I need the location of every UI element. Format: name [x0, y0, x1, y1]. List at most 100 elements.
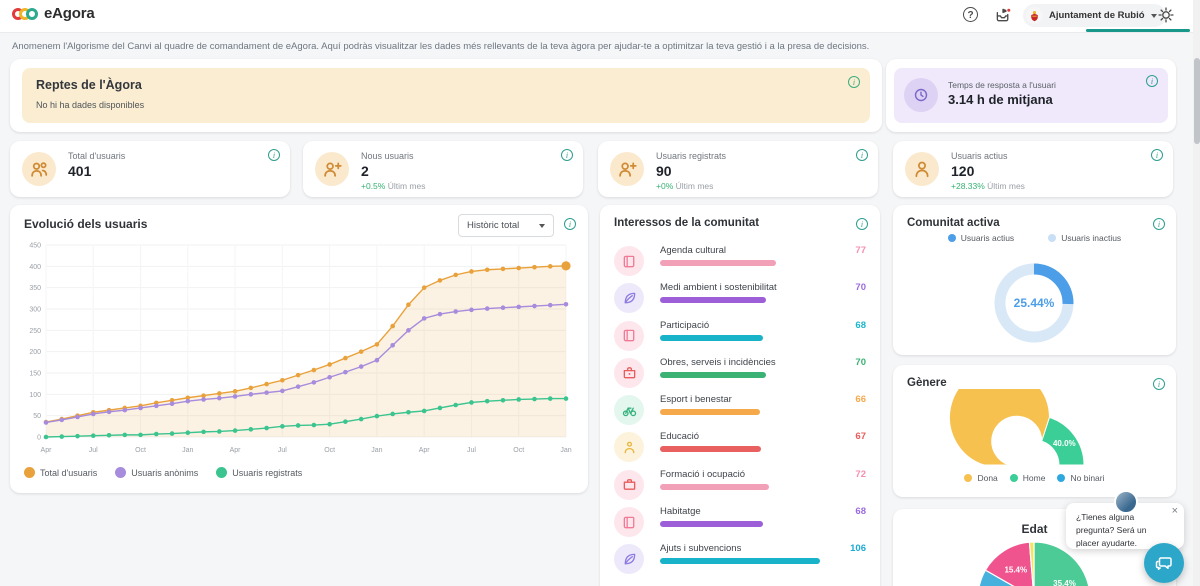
info-icon[interactable]	[1151, 149, 1163, 161]
toolbox-icon	[614, 358, 644, 388]
legend-item-usuaris-registrats[interactable]: Usuaris registrats	[216, 467, 302, 478]
svg-text:450: 450	[29, 243, 41, 250]
svg-text:100: 100	[29, 392, 41, 399]
reptes-empty-message: No hi ha dades disponibles	[36, 100, 144, 110]
user-evolution-card: Evolució dels usuaris Històric total 050…	[10, 205, 588, 493]
interest-label: Ajuts i subvencions	[660, 543, 741, 554]
legend-dot	[115, 467, 126, 478]
legend-label: Total d'usuaris	[40, 468, 97, 478]
settings-gear-icon[interactable]	[1158, 7, 1174, 28]
legend-label: Dona	[977, 473, 997, 483]
stat-label: Nous usuaris	[361, 151, 414, 161]
svg-text:Jul: Jul	[278, 447, 287, 454]
evolution-legend: Total d'usuaris Usuaris anònims Usuaris re…	[24, 467, 302, 478]
legend-dot	[964, 474, 972, 482]
dropdown-selected-value: Històric total	[467, 220, 519, 231]
info-icon[interactable]	[561, 149, 573, 161]
svg-text:Apr: Apr	[419, 447, 431, 454]
svg-text:150: 150	[29, 371, 41, 378]
notifications-icon[interactable]	[995, 7, 1012, 29]
leaf-icon	[614, 283, 644, 313]
interest-row-medi-ambient-i-sostenibilitat: Medi ambient i sostenibilitat 70	[614, 278, 866, 315]
legend-dot	[948, 234, 956, 242]
legend-item-usuaris-inactius[interactable]: Usuaris inactius	[1048, 233, 1121, 243]
brand-name: eAgora	[44, 5, 94, 22]
legend-item-usuaris-actius[interactable]: Usuaris actius	[948, 233, 1014, 243]
interest-value: 68	[855, 506, 866, 517]
interest-bar	[660, 372, 766, 378]
interest-row-agenda-cultural: Agenda cultural 77	[614, 241, 866, 278]
legend-item-usuaris-an-nims[interactable]: Usuaris anònims	[115, 467, 198, 478]
stat-card-nous-usuaris: Nous usuaris2+0.5% Últim mes	[303, 141, 583, 197]
stat-label: Total d'usuaris	[68, 151, 125, 161]
info-icon[interactable]	[1146, 75, 1158, 87]
legend-dot	[24, 467, 35, 478]
legend-item-home[interactable]: Home	[1010, 473, 1046, 483]
logo-ring-teal	[26, 8, 38, 20]
legend-item-total-d-usuaris[interactable]: Total d'usuaris	[24, 467, 97, 478]
stat-value: 401	[68, 163, 91, 179]
gender-title: Gènere	[907, 377, 947, 389]
interest-label: Medi ambient i sostenibilitat	[660, 282, 777, 293]
interest-bar	[660, 409, 760, 415]
legend-item-no-binari[interactable]: No binari	[1057, 473, 1104, 483]
interest-row-obres-serveis-i-incid-ncies: Obres, serveis i incidències70	[614, 353, 866, 390]
interests-title: Interessos de la comunitat	[614, 217, 759, 229]
response-time-value: 3.14 h de mitjana	[948, 92, 1053, 107]
legend-label: Usuaris inactius	[1061, 233, 1121, 243]
stat-value: 120	[951, 163, 974, 179]
chat-agent-avatar[interactable]	[1114, 490, 1138, 514]
stat-delta-value: +0.5%	[361, 181, 385, 191]
info-icon[interactable]	[1153, 218, 1165, 230]
interest-bar	[660, 558, 820, 564]
svg-text:0: 0	[37, 435, 41, 442]
interest-value: 72	[855, 469, 866, 480]
close-icon[interactable]: ×	[1172, 505, 1178, 517]
scrollbar-thumb[interactable]	[1194, 58, 1200, 144]
legend-dot	[1010, 474, 1018, 482]
bike-icon	[614, 395, 644, 425]
gender-halfdonut-chart: 60.0%40.0%	[893, 389, 1176, 469]
interest-label: Obres, serveis i incidències	[660, 357, 776, 368]
info-icon[interactable]	[856, 149, 868, 161]
chevron-down-icon	[1151, 14, 1157, 18]
history-range-dropdown[interactable]: Històric total	[458, 214, 554, 237]
organization-selector[interactable]: Ajuntament de Rubió	[1023, 4, 1166, 27]
interest-label: Agenda cultural	[660, 245, 726, 256]
book-icon	[614, 321, 644, 351]
svg-text:300: 300	[29, 307, 41, 314]
chat-launcher-button[interactable]	[1144, 543, 1184, 583]
stat-card-usuaris-actius: Usuaris actius120+28.33% Últim mes	[893, 141, 1173, 197]
stat-delta: +0% Últim mes	[656, 181, 713, 191]
eagora-logo[interactable]: eAgora	[12, 5, 94, 22]
community-donut-chart: 25.44%	[893, 249, 1176, 353]
interest-bar	[660, 446, 761, 452]
info-icon[interactable]	[848, 76, 860, 88]
svg-text:Apr: Apr	[230, 447, 242, 454]
legend-dot	[1048, 234, 1056, 242]
stat-delta-period: Últim mes	[985, 181, 1025, 191]
info-icon[interactable]	[268, 149, 280, 161]
interest-value: 77	[855, 245, 866, 256]
svg-text:350: 350	[29, 285, 41, 292]
info-icon[interactable]	[564, 218, 576, 230]
svg-text:Jan: Jan	[182, 447, 193, 454]
svg-text:Jan: Jan	[560, 447, 571, 454]
svg-text:15.4%: 15.4%	[1004, 565, 1027, 574]
leaf-icon	[614, 544, 644, 574]
legend-item-dona[interactable]: Dona	[964, 473, 997, 483]
interest-row-esport-i-benestar: Esport i benestar66	[614, 390, 866, 427]
legend-dot	[1057, 474, 1065, 482]
stat-delta-period: Últim mes	[673, 181, 713, 191]
svg-text:Oct: Oct	[324, 447, 335, 454]
help-icon[interactable]	[963, 7, 978, 22]
user-plus-icon	[315, 152, 349, 186]
legend-label: Home	[1023, 473, 1046, 483]
svg-text:Oct: Oct	[135, 447, 146, 454]
person-icon	[614, 432, 644, 462]
interest-value: 66	[855, 394, 866, 405]
interest-value: 70	[855, 282, 866, 293]
svg-text:Jan: Jan	[371, 447, 382, 454]
interest-bar	[660, 260, 776, 266]
info-icon[interactable]	[856, 218, 868, 230]
